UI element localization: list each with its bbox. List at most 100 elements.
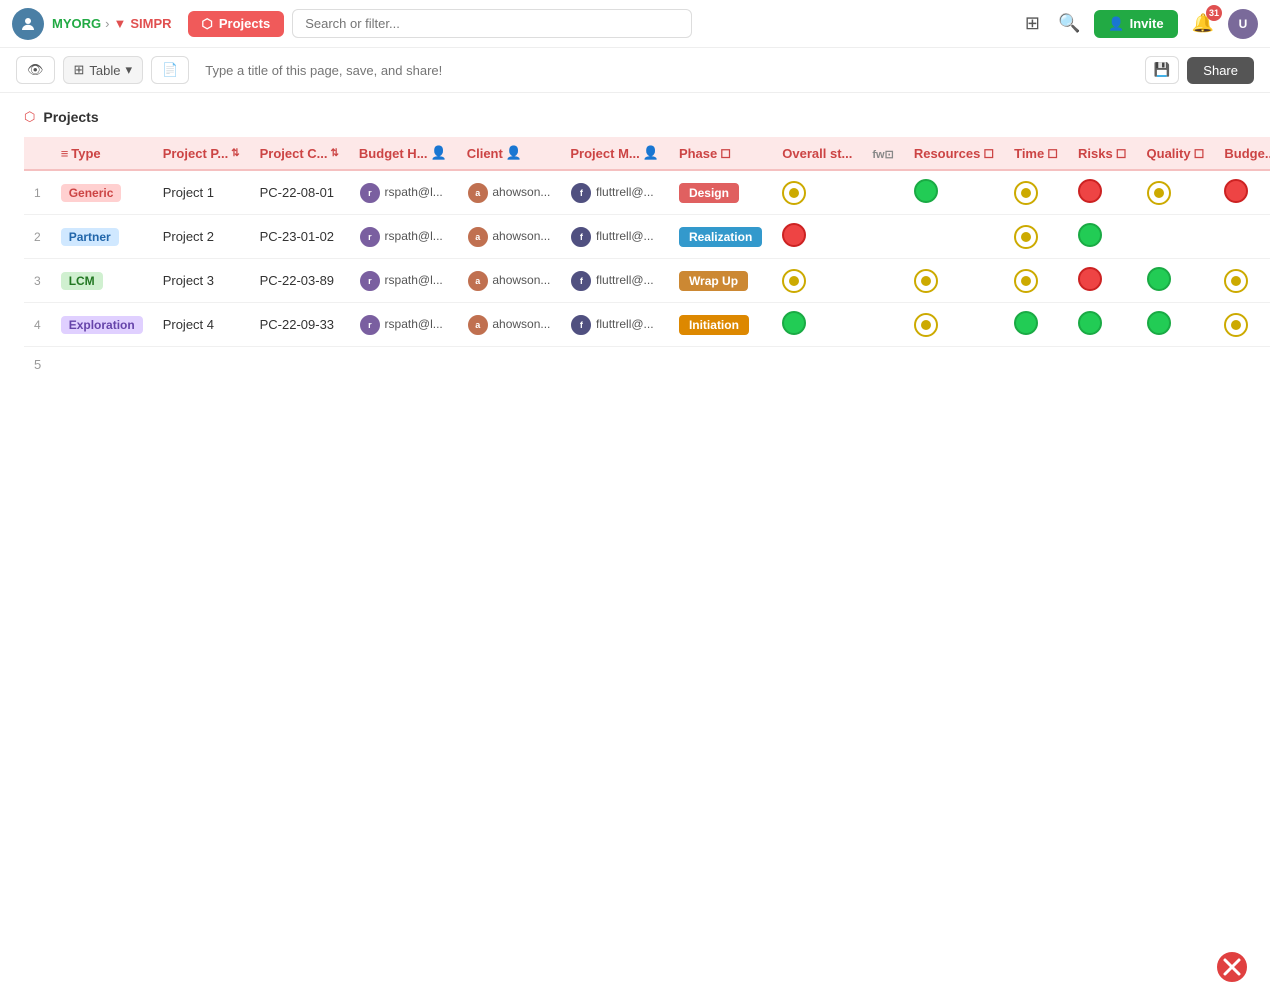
pm-email: fluttrell@... [596, 185, 654, 199]
cell-project-name[interactable]: Project 4 [153, 303, 250, 347]
cell-type[interactable]: Partner [51, 215, 153, 259]
col-budget[interactable]: Budge... ◻ [1214, 137, 1270, 170]
cell-project-manager[interactable]: f fluttrell@... [560, 215, 669, 259]
cell-quality[interactable] [1137, 170, 1215, 215]
cell-risks[interactable] [1068, 303, 1137, 347]
cell-resources[interactable] [904, 215, 1004, 259]
row-number: 4 [24, 303, 51, 347]
cell-type[interactable]: Generic [51, 170, 153, 215]
projects-table: ≡ Type Project P... ⇅ Project C... ⇅ Bud… [24, 137, 1270, 347]
cell-risks[interactable] [1068, 170, 1137, 215]
page-title-input[interactable] [197, 58, 1136, 83]
user-avatar[interactable]: U [1228, 9, 1258, 39]
cell-budget[interactable] [1214, 259, 1270, 303]
col-budget-h[interactable]: Budget H... 👤 [349, 137, 457, 170]
table-row[interactable]: 3 LCM Project 3 PC-22-03-89 r rspath@l..… [24, 259, 1270, 303]
cell-client[interactable]: a ahowson... [457, 303, 561, 347]
projects-icon-small: ▼ [113, 16, 126, 31]
cell-overall-status[interactable] [772, 170, 862, 215]
cell-type[interactable]: LCM [51, 259, 153, 303]
client-email: ahowson... [492, 317, 550, 331]
cell-client[interactable]: a ahowson... [457, 259, 561, 303]
cell-phase[interactable]: Wrap Up [669, 259, 772, 303]
search-input[interactable] [292, 9, 692, 38]
cell-resources[interactable] [904, 170, 1004, 215]
cell-overall-status[interactable] [772, 215, 862, 259]
projects-icon: ⬡ [202, 16, 213, 32]
cell-phase[interactable]: Realization [669, 215, 772, 259]
cell-time[interactable] [1004, 215, 1068, 259]
cell-project-name[interactable]: Project 3 [153, 259, 250, 303]
col-phase[interactable]: Phase ◻ [669, 137, 772, 170]
cell-client[interactable]: a ahowson... [457, 170, 561, 215]
invite-label: Invite [1130, 16, 1164, 31]
cell-overall-status[interactable] [772, 303, 862, 347]
add-row[interactable]: 5 [24, 347, 1246, 382]
preview-button[interactable]: 👁 [16, 56, 55, 84]
row-number: 3 [24, 259, 51, 303]
view-toolbar: 👁 ⊞ Table ▾ 📄 💾 Share [0, 48, 1270, 93]
cell-phase[interactable]: Design [669, 170, 772, 215]
cell-project-manager[interactable]: f fluttrell@... [560, 259, 669, 303]
cell-time[interactable] [1004, 259, 1068, 303]
col-client[interactable]: Client 👤 [457, 137, 561, 170]
cell-quality[interactable] [1137, 259, 1215, 303]
col-project-c[interactable]: Project C... ⇅ [250, 137, 349, 170]
table-row[interactable]: 2 Partner Project 2 PC-23-01-02 r rspath… [24, 215, 1270, 259]
col-project-m[interactable]: Project M... 👤 [560, 137, 669, 170]
cell-project-name[interactable]: Project 1 [153, 170, 250, 215]
cell-budget[interactable] [1214, 215, 1270, 259]
cell-quality[interactable] [1137, 303, 1215, 347]
cell-resources[interactable] [904, 303, 1004, 347]
cell-quality[interactable] [1137, 215, 1215, 259]
cell-project-code[interactable]: PC-22-08-01 [250, 170, 349, 215]
table-view-button[interactable]: ⊞ Table ▾ [63, 56, 144, 84]
cell-phase[interactable]: Initiation [669, 303, 772, 347]
invite-button[interactable]: 👤 Invite [1094, 10, 1177, 38]
cell-type[interactable]: Exploration [51, 303, 153, 347]
cell-time[interactable] [1004, 303, 1068, 347]
org-name[interactable]: MYORG [52, 16, 101, 31]
cell-budget-holder[interactable]: r rspath@l... [349, 170, 457, 215]
col-fw[interactable]: fw⊡ [862, 137, 903, 170]
cell-overall-status[interactable] [772, 259, 862, 303]
page-options-button[interactable]: 📄 [151, 56, 189, 84]
cell-project-name[interactable]: Project 2 [153, 215, 250, 259]
cell-budget-holder[interactable]: r rspath@l... [349, 303, 457, 347]
cell-budget-holder[interactable]: r rspath@l... [349, 259, 457, 303]
type-badge: LCM [61, 272, 103, 290]
search-button[interactable]: 🔍 [1054, 9, 1084, 38]
col-resources[interactable]: Resources ◻ [904, 137, 1004, 170]
cell-budget[interactable] [1214, 170, 1270, 215]
status-dot-yellow [914, 313, 938, 337]
col-type[interactable]: ≡ Type [51, 137, 153, 170]
main-avatar [12, 8, 44, 40]
cell-project-code[interactable]: PC-22-03-89 [250, 259, 349, 303]
col-time[interactable]: Time ◻ [1004, 137, 1068, 170]
notifications-button[interactable]: 🔔 31 [1188, 9, 1218, 38]
dropdown-arrow: ▾ [126, 62, 133, 78]
col-quality[interactable]: Quality ◻ [1137, 137, 1215, 170]
project-name[interactable]: SIMPR [130, 16, 171, 31]
col-risks[interactable]: Risks ◻ [1068, 137, 1137, 170]
col-overall-status[interactable]: Overall st... [772, 137, 862, 170]
col-project-p[interactable]: Project P... ⇅ [153, 137, 250, 170]
cell-risks[interactable] [1068, 215, 1137, 259]
grid-view-button[interactable]: ⊞ [1021, 9, 1044, 38]
cell-resources[interactable] [904, 259, 1004, 303]
cell-client[interactable]: a ahowson... [457, 215, 561, 259]
cell-project-code[interactable]: PC-22-09-33 [250, 303, 349, 347]
cell-project-manager[interactable]: f fluttrell@... [560, 303, 669, 347]
table-row[interactable]: 1 Generic Project 1 PC-22-08-01 r rspath… [24, 170, 1270, 215]
projects-button[interactable]: ⬡ Projects [188, 11, 285, 37]
cell-project-code[interactable]: PC-23-01-02 [250, 215, 349, 259]
cell-budget[interactable] [1214, 303, 1270, 347]
cell-risks[interactable] [1068, 259, 1137, 303]
save-button[interactable]: 💾 [1145, 56, 1180, 84]
cell-project-manager[interactable]: f fluttrell@... [560, 170, 669, 215]
client-email: ahowson... [492, 185, 550, 199]
cell-time[interactable] [1004, 170, 1068, 215]
cell-budget-holder[interactable]: r rspath@l... [349, 215, 457, 259]
table-row[interactable]: 4 Exploration Project 4 PC-22-09-33 r rs… [24, 303, 1270, 347]
share-button[interactable]: Share [1187, 57, 1254, 84]
